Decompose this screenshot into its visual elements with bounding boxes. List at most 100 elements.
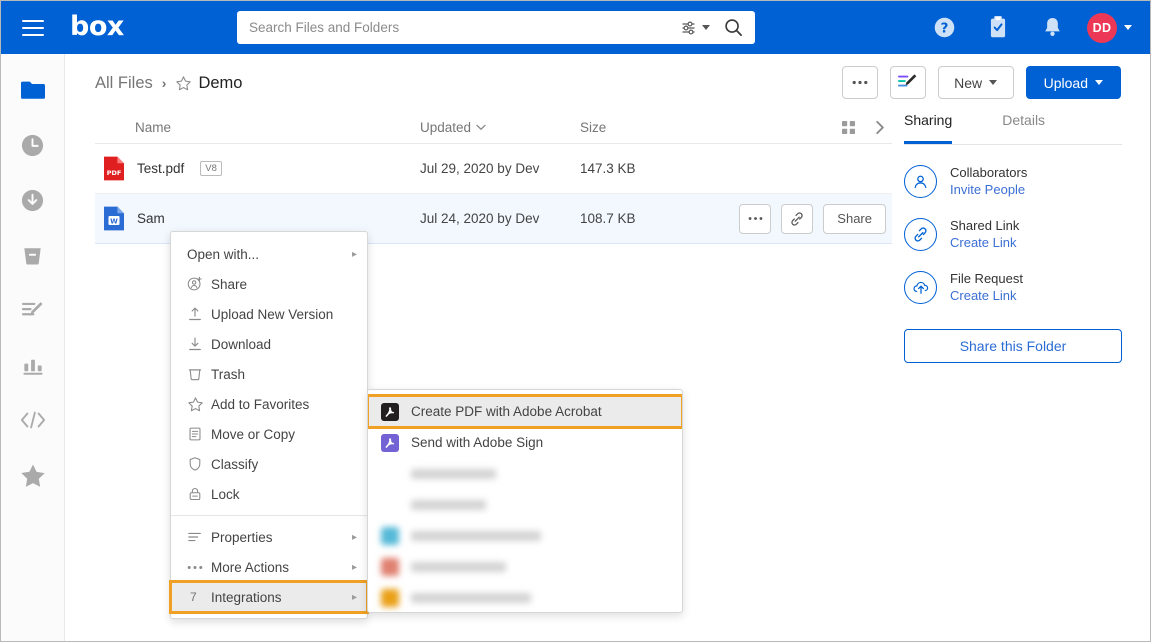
- shared-link-row: Shared Link Create Link: [904, 217, 1122, 251]
- menu-item-add-to-favorites[interactable]: Add to Favorites: [171, 389, 367, 419]
- list-item[interactable]: [368, 458, 682, 489]
- menu-item-label: Upload New Version: [211, 306, 334, 322]
- breadcrumb-separator: ›: [161, 75, 167, 91]
- star-outline-icon[interactable]: [175, 75, 192, 92]
- file-updated-cell: Jul 29, 2020 by Dev: [420, 161, 540, 176]
- menu-item-share[interactable]: Share: [171, 269, 367, 299]
- submenu-item-send-with-adobe-sign[interactable]: Send with Adobe Sign: [368, 427, 682, 458]
- header-icon-group: ? DD: [917, 1, 1136, 54]
- file-name-cell: PDF Test.pdf V8: [95, 155, 420, 182]
- column-header-updated-label: Updated: [420, 120, 472, 135]
- shared-link-create-link[interactable]: Create Link: [950, 234, 1019, 251]
- app-icon: [381, 557, 399, 576]
- app-icon: [381, 588, 399, 607]
- chevron-down-icon: [989, 80, 998, 85]
- sidebar-item-recents[interactable]: [19, 131, 47, 159]
- avatar[interactable]: DD: [1087, 12, 1117, 43]
- box-logo[interactable]: box: [70, 13, 124, 40]
- breadcrumb-all-files[interactable]: All Files: [95, 74, 153, 93]
- menu-item-classify[interactable]: Classify: [171, 449, 367, 479]
- folder-toolbar: New Upload: [841, 66, 1121, 99]
- file-list: Name Updated Size PDF Test.pdf V8 Jul 29…: [95, 112, 892, 244]
- box-app-window: box Search Files and Folders ? DD All Fi…: [0, 0, 1151, 642]
- row-shared-link-button[interactable]: [781, 203, 814, 234]
- file-updated-cell: Jul 24, 2020 by Dev: [420, 211, 540, 226]
- menu-item-lock[interactable]: Lock: [171, 479, 367, 509]
- upload-button-label: Upload: [1043, 74, 1088, 91]
- sidebar-item-notes[interactable]: [19, 296, 47, 324]
- sharing-details-panel: Sharing Details Collaborators Invite Peo…: [892, 112, 1150, 641]
- notifications-icon[interactable]: [1025, 1, 1079, 54]
- row-share-button[interactable]: Share: [823, 203, 886, 234]
- menu-item-properties[interactable]: Properties ▸: [171, 522, 367, 552]
- row-more-options-button[interactable]: [739, 203, 772, 234]
- menu-item-label: Integrations: [211, 589, 282, 605]
- invite-people-link[interactable]: Invite People: [950, 181, 1027, 198]
- version-badge[interactable]: V8: [200, 161, 222, 176]
- menu-item-label: Add to Favorites: [211, 396, 310, 412]
- search-bar[interactable]: [237, 11, 755, 44]
- submenu-item-create-pdf-with-adobe-acrobat[interactable]: Create PDF with Adobe Acrobat: [368, 394, 682, 429]
- obscured-label: [411, 468, 496, 479]
- sidebar-item-favorites[interactable]: [19, 461, 47, 489]
- shield-icon: [187, 456, 211, 472]
- obscured-label: [411, 530, 541, 541]
- sidebar-item-all-files[interactable]: [19, 76, 47, 104]
- search-input[interactable]: [237, 12, 682, 43]
- filter-sliders-icon: [682, 20, 695, 35]
- file-name-label[interactable]: Test.pdf: [137, 161, 184, 176]
- hamburger-icon[interactable]: [22, 19, 44, 36]
- download-arrow-icon: [187, 336, 211, 352]
- share-this-folder-button[interactable]: Share this Folder: [904, 329, 1122, 363]
- menu-item-more-actions[interactable]: More Actions ▸: [171, 552, 367, 582]
- menu-item-trash[interactable]: Trash: [171, 359, 367, 389]
- search-submit-button[interactable]: [718, 18, 755, 37]
- tab-details[interactable]: Details: [1002, 112, 1045, 144]
- menu-item-download[interactable]: Download: [171, 329, 367, 359]
- help-icon[interactable]: ?: [917, 1, 971, 54]
- ellipsis-icon: [748, 217, 763, 220]
- user-menu[interactable]: DD: [1087, 12, 1132, 43]
- menu-item-label: Lock: [211, 486, 240, 502]
- upload-button[interactable]: Upload: [1025, 66, 1121, 99]
- tasks-icon[interactable]: [971, 1, 1025, 54]
- svg-text:PDF: PDF: [107, 169, 122, 177]
- column-header-size[interactable]: Size: [580, 120, 841, 135]
- search-filter-dropdown[interactable]: [682, 20, 718, 35]
- chevron-down-icon: [1124, 25, 1132, 30]
- svg-text:?: ?: [940, 21, 948, 36]
- menu-item-label: Trash: [211, 366, 246, 382]
- tab-sharing[interactable]: Sharing: [904, 112, 953, 144]
- list-item[interactable]: [368, 520, 682, 551]
- adobe-sign-icon: [381, 433, 399, 452]
- menu-item-integrations[interactable]: 7 Integrations ▸: [169, 580, 369, 614]
- list-item[interactable]: [368, 582, 682, 612]
- table-row[interactable]: PDF Test.pdf V8 Jul 29, 2020 by Dev 147.…: [95, 144, 892, 194]
- sidebar-item-synced[interactable]: [19, 186, 47, 214]
- sidebar-item-reports[interactable]: [19, 351, 47, 379]
- list-item[interactable]: [368, 489, 682, 520]
- file-name-label[interactable]: Sam: [137, 211, 165, 226]
- file-size-cell: 147.3 KB: [580, 161, 636, 176]
- word-file-icon: W: [104, 206, 124, 231]
- sidebar-item-trash[interactable]: [19, 241, 47, 269]
- ellipsis-icon: [852, 80, 868, 85]
- box-notes-button[interactable]: [889, 66, 926, 99]
- menu-divider: [171, 515, 367, 516]
- new-button[interactable]: New: [937, 66, 1014, 99]
- sidebar-item-dev-console[interactable]: [19, 406, 47, 434]
- menu-item-label: Classify: [211, 456, 259, 472]
- left-navigation-rail: [1, 54, 65, 641]
- shared-link-title: Shared Link: [950, 218, 1020, 233]
- menu-item-move-or-copy[interactable]: Move or Copy: [171, 419, 367, 449]
- properties-icon: [187, 530, 211, 544]
- list-item[interactable]: [368, 551, 682, 582]
- collaborators-title: Collaborators: [950, 165, 1028, 180]
- column-header-updated[interactable]: Updated: [420, 120, 580, 135]
- box-notes-icon: [898, 74, 917, 87]
- more-options-button[interactable]: [841, 66, 878, 99]
- menu-item-open-with[interactable]: Open with... ▸: [171, 239, 367, 269]
- column-header-name[interactable]: Name: [95, 120, 420, 135]
- file-request-create-link[interactable]: Create Link: [950, 287, 1023, 304]
- menu-item-upload-new-version[interactable]: Upload New Version: [171, 299, 367, 329]
